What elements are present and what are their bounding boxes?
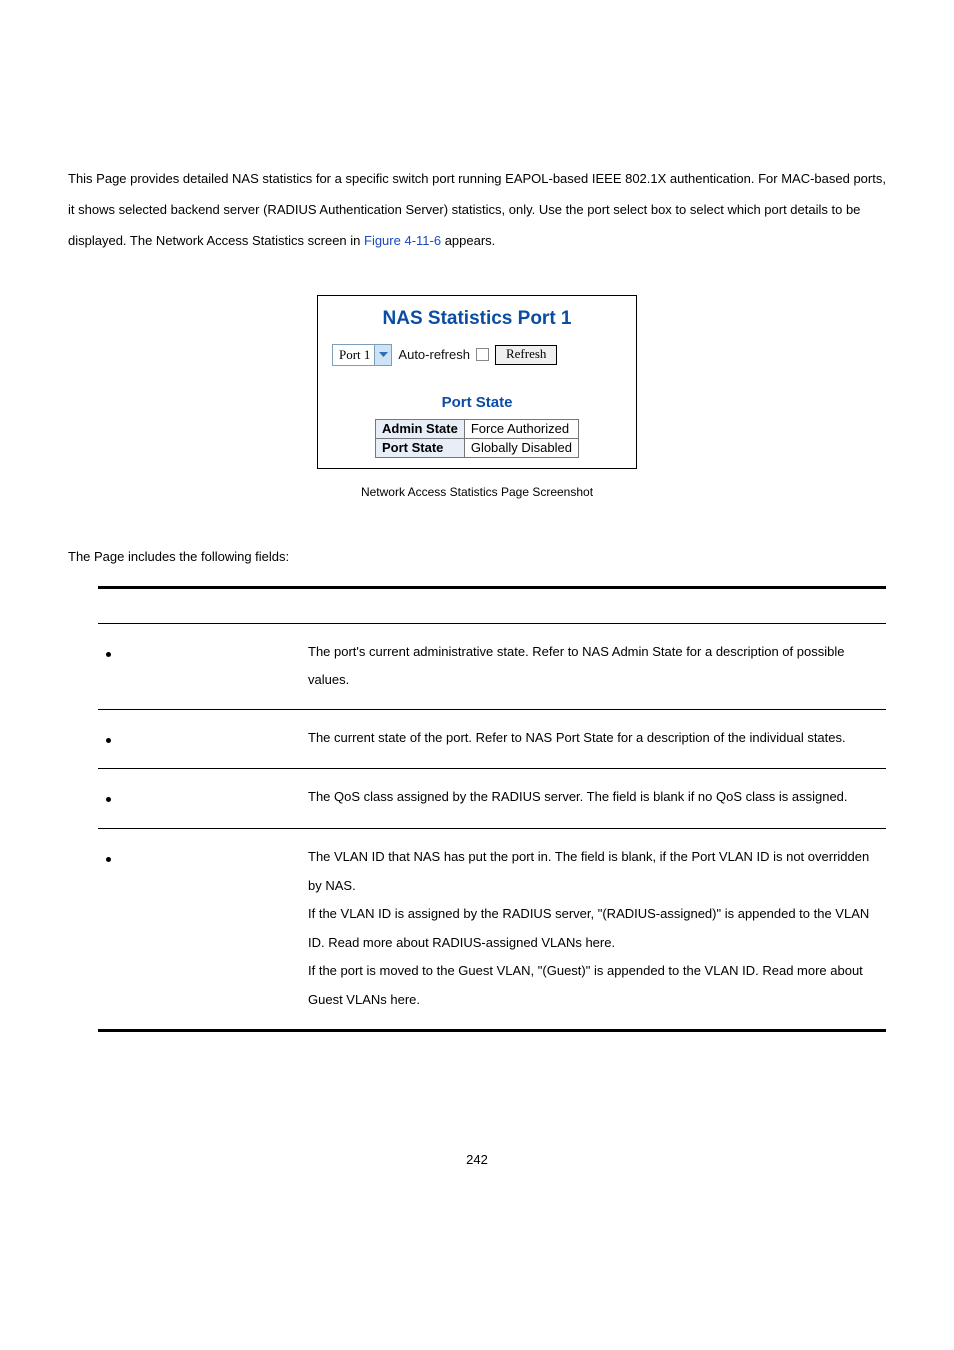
port-state-value: Force Authorized [464,419,578,438]
port-state-label: Admin State [375,419,464,438]
description-cell: The port's current administrative state.… [308,623,886,709]
table-row: Admin State Force Authorized [375,419,578,438]
chevron-down-icon[interactable] [374,345,391,365]
auto-refresh-label: Auto-refresh [398,347,470,362]
description-cell: The VLAN ID that NAS has put the port in… [308,828,886,1030]
screenshot-title: NAS Statistics Port 1 [328,308,626,330]
port-state-table: Admin State Force Authorized Port State … [375,419,579,458]
table-row: The VLAN ID that NAS has put the port in… [98,828,886,1030]
intro-paragraph: This Page provides detailed NAS statisti… [68,163,886,257]
bullet-icon [106,738,111,743]
port-state-label: Port State [375,438,464,457]
port-state-heading: Port State [328,394,626,411]
description-cell: The current state of the port. Refer to … [308,709,886,769]
object-cell [98,769,308,829]
page-number: 242 [68,1152,886,1167]
bullet-icon [106,652,111,657]
fields-table: The port's current administrative state.… [98,586,886,1032]
object-cell [98,623,308,709]
table-row: The port's current administrative state.… [98,623,886,709]
table-row: The current state of the port. Refer to … [98,709,886,769]
fields-lead: The Page includes the following fields: [68,549,886,564]
object-header [98,587,308,623]
refresh-button[interactable]: Refresh [495,345,557,365]
fields-header-row [98,587,886,623]
object-cell [98,828,308,1030]
table-row: Port State Globally Disabled [375,438,578,457]
bullet-icon [106,857,111,862]
table-row: The QoS class assigned by the RADIUS ser… [98,769,886,829]
screenshot-caption: Network Access Statistics Page Screensho… [317,485,637,499]
description-cell: The QoS class assigned by the RADIUS ser… [308,769,886,829]
port-state-value: Globally Disabled [464,438,578,457]
figure-reference: Figure 4-11-6 [364,233,441,248]
nas-statistics-screenshot: NAS Statistics Port 1 Port 1 Auto-refres… [317,295,637,469]
description-header [308,587,886,623]
bullet-icon [106,797,111,802]
port-select-value: Port 1 [333,347,374,363]
auto-refresh-checkbox[interactable] [476,348,489,361]
object-cell [98,709,308,769]
intro-post: appears. [441,233,495,248]
port-select[interactable]: Port 1 [332,344,392,366]
